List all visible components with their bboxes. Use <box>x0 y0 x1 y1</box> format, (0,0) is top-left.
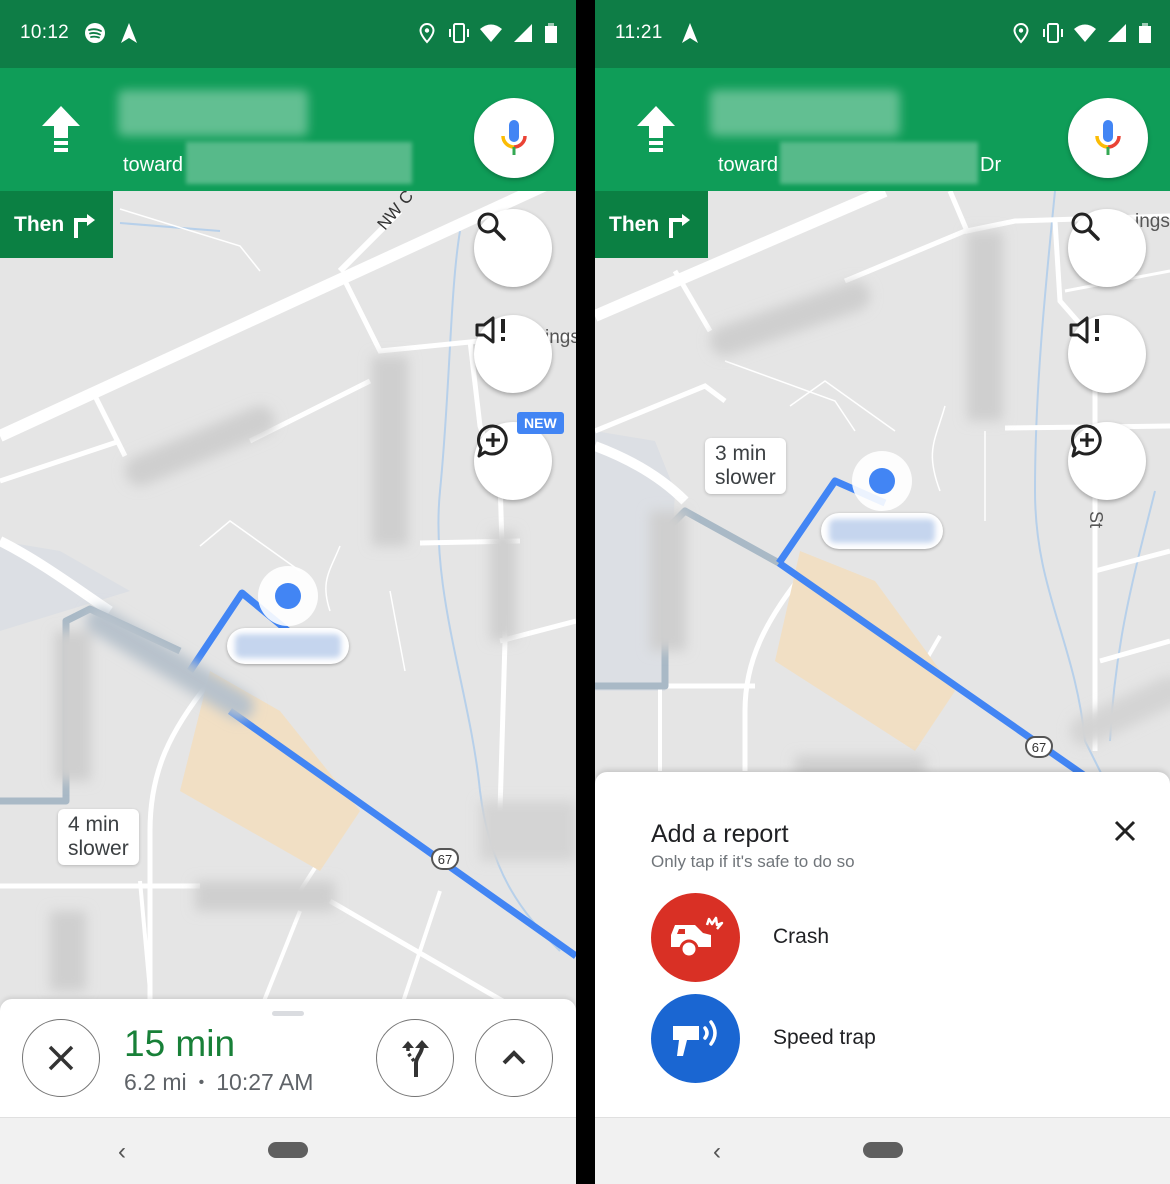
alt-route-callout[interactable]: 4 min slower <box>58 809 139 865</box>
meta-separator: • <box>198 1073 205 1091</box>
straight-arrow-icon <box>42 106 80 152</box>
wifi-icon <box>480 24 502 42</box>
search-icon <box>1071 212 1100 241</box>
volume-alert-icon <box>1069 316 1099 344</box>
turn-right-icon <box>74 213 96 238</box>
drag-handle[interactable] <box>272 1011 304 1016</box>
sound-alerts-button[interactable] <box>474 315 552 393</box>
phone-screen-right: ings St 3 min slower 67 11:21 toward Dr … <box>595 0 1170 1184</box>
system-navigation-bar: ‹ <box>595 1117 1170 1184</box>
back-button[interactable]: ‹ <box>118 1138 126 1166</box>
navigation-header[interactable]: toward <box>0 68 576 191</box>
close-icon <box>48 1045 74 1071</box>
status-time: 10:12 <box>20 22 70 43</box>
close-icon[interactable] <box>1110 816 1140 846</box>
eta-duration: 15 min <box>124 1023 236 1064</box>
signal-icon <box>514 24 532 42</box>
report-option-speed-trap[interactable]: Speed trap <box>651 993 1071 1083</box>
toward-street-redacted <box>780 142 978 184</box>
battery-icon <box>545 23 557 43</box>
search-button[interactable] <box>474 209 552 287</box>
home-button[interactable] <box>268 1142 308 1158</box>
trip-summary-sheet[interactable]: 15 min 6.2 mi • 10:27 AM <box>0 999 576 1117</box>
map-canvas[interactable]: NW C ings <box>0 191 576 1011</box>
battery-icon <box>1139 23 1151 43</box>
location-pin-icon <box>1013 22 1029 44</box>
toward-label: toward <box>123 154 184 176</box>
back-button[interactable]: ‹ <box>713 1138 721 1166</box>
straight-arrow-icon <box>637 106 675 152</box>
then-label: Then <box>14 212 65 236</box>
route-shield: 67 <box>431 848 459 870</box>
toward-label: toward <box>718 154 779 176</box>
alt-route-descriptor: slower <box>68 837 129 860</box>
add-report-icon <box>477 424 508 458</box>
eta-details: 6.2 mi • 10:27 AM <box>124 1069 313 1096</box>
then-label: Then <box>609 212 660 236</box>
signal-icon <box>1108 24 1126 42</box>
add-report-sheet[interactable]: Add a report Only tap if it's safe to do… <box>595 772 1170 1117</box>
road-label-st: St <box>1086 511 1106 528</box>
voice-search-button[interactable] <box>1068 98 1148 178</box>
trip-distance: 6.2 mi <box>124 1069 187 1095</box>
status-time: 11:21 <box>615 22 663 43</box>
arrival-time: 10:27 AM <box>216 1069 314 1095</box>
volume-alert-icon <box>475 316 505 344</box>
alternate-routes-icon <box>402 1040 429 1077</box>
report-sheet-title: Add a report <box>651 820 789 848</box>
search-button[interactable] <box>1068 209 1146 287</box>
status-bar: 10:12 <box>0 0 576 68</box>
map-view[interactable]: NW C ings 4 min slower 67 NEW <box>0 191 576 1011</box>
add-report-icon <box>1071 424 1102 458</box>
next-maneuver-box[interactable]: Then <box>595 191 708 258</box>
speed-trap-icon <box>651 993 740 1083</box>
microphone-icon <box>1095 120 1121 155</box>
toward-street-redacted <box>186 142 412 184</box>
turn-right-icon <box>669 213 691 238</box>
alternate-routes-button[interactable] <box>376 1019 454 1097</box>
wifi-icon <box>1074 24 1096 42</box>
navigation-header[interactable]: toward Dr <box>595 68 1170 191</box>
vibrate-icon <box>449 23 469 43</box>
route-shield: 67 <box>1025 736 1053 758</box>
location-pin-icon <box>419 22 435 44</box>
report-option-crash[interactable]: Crash <box>651 892 1071 982</box>
navigation-arrow-icon <box>121 23 137 43</box>
expand-trip-button[interactable] <box>475 1019 553 1097</box>
current-location-dot <box>869 468 895 494</box>
system-navigation-bar: ‹ <box>0 1117 576 1184</box>
crash-label: Crash <box>773 925 830 948</box>
current-location-dot <box>275 583 301 609</box>
alt-route-descriptor: slower <box>715 466 776 489</box>
search-icon <box>477 212 506 241</box>
report-sheet-subtitle: Only tap if it's safe to do so <box>651 852 855 871</box>
next-maneuver-box[interactable]: Then <box>0 191 113 258</box>
crash-icon <box>651 892 740 982</box>
vibrate-icon <box>1043 23 1063 43</box>
exit-navigation-button[interactable] <box>22 1019 100 1097</box>
alt-route-delay: 3 min <box>715 442 767 465</box>
location-label-pill[interactable] <box>227 628 349 664</box>
alt-route-callout[interactable]: 3 min slower <box>705 438 786 494</box>
sound-alerts-button[interactable] <box>1068 315 1146 393</box>
alt-route-delay: 4 min <box>68 813 120 836</box>
add-report-button[interactable] <box>1068 422 1146 500</box>
phone-screen-left: NW C ings 4 min slower 67 NEW 10:12 towa… <box>0 0 576 1184</box>
chevron-up-icon <box>502 1050 526 1065</box>
new-badge: NEW <box>517 412 564 434</box>
microphone-icon <box>501 120 527 155</box>
voice-search-button[interactable] <box>474 98 554 178</box>
toward-street-suffix: Dr <box>980 154 1002 176</box>
navigation-arrow-icon <box>682 23 698 43</box>
spotify-icon <box>85 23 105 43</box>
home-button[interactable] <box>863 1142 903 1158</box>
location-label-pill[interactable] <box>821 513 943 549</box>
status-bar: 11:21 <box>595 0 1170 68</box>
street-name-redacted <box>710 90 900 136</box>
speed-trap-label: Speed trap <box>773 1026 876 1049</box>
street-name-redacted <box>118 90 308 136</box>
